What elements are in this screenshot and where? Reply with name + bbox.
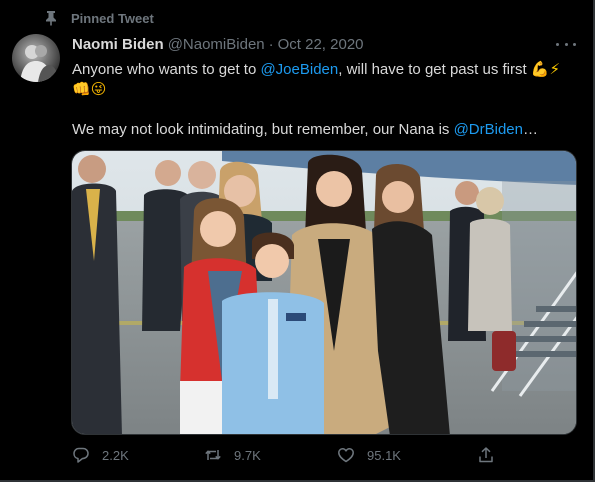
tweet-text-segment: Anyone who wants to get to [72,61,261,78]
share-button[interactable] [477,446,495,464]
avatar[interactable] [12,34,60,82]
pinned-indicator: Pinned Tweet [43,9,154,27]
lightning-bolt-emoji-icon: ⚡ [549,61,561,79]
oncoming-fist-emoji-icon: 👊 [72,81,91,99]
tweet-text-segment: , will have to get past us first [338,61,527,78]
like-count: 95.1K [367,447,401,463]
retweet-count: 9.7K [234,447,261,463]
mention-drbiden[interactable]: @DrBiden [454,121,523,138]
more-options-icon[interactable] [556,38,576,50]
retweet-icon [205,450,221,460]
tweet-text-segment: … [522,121,538,139]
pin-icon [46,11,56,26]
like-button[interactable]: 95.1K [337,446,401,464]
tweet-header: Naomi Biden @NaomiBiden · Oct 22, 2020 [72,36,364,53]
tweet-text-segment: We may not look intimidating, but rememb… [72,121,454,139]
tweet-actions: 2.2K 9.7K 95.1K [72,446,502,470]
pinned-label: Pinned Tweet [71,10,154,26]
reply-count: 2.2K [102,447,129,463]
tweet-line-2: 👊😜 [72,80,582,100]
tweet-line-1: Anyone who wants to get to @JoeBiden, wi… [72,60,582,80]
heart-icon [338,448,354,463]
author-name[interactable]: Naomi Biden [72,36,164,53]
tweet-date[interactable]: Oct 22, 2020 [278,36,364,53]
tweet-text: Anyone who wants to get to @JoeBiden, wi… [72,60,582,140]
share-icon [479,447,493,463]
winking-tongue-emoji-icon: 😜 [90,81,107,99]
reply-button[interactable]: 2.2K [72,446,129,464]
tweet-line-3: We may not look intimidating, but rememb… [72,120,582,140]
flexed-biceps-emoji-icon: 💪 [530,61,550,79]
retweet-button[interactable]: 9.7K [204,446,261,464]
reply-icon [73,447,89,463]
header-separator: · [268,36,274,53]
tweet-photo[interactable] [71,150,577,435]
author-handle[interactable]: @NaomiBiden [168,36,265,53]
mention-joebiden[interactable]: @JoeBiden [260,61,338,78]
